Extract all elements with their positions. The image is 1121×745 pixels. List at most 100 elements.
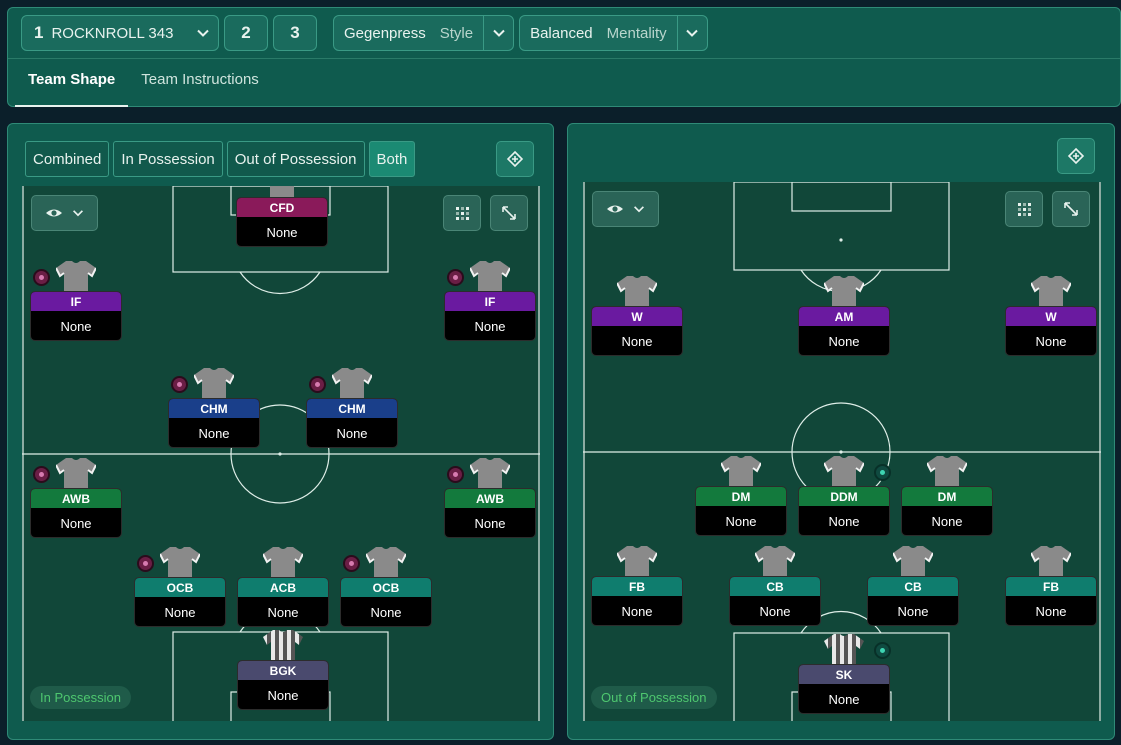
player-card[interactable]: SK None bbox=[798, 664, 890, 714]
player-slot-awb[interactable]: AWB None bbox=[444, 456, 536, 538]
player-slot-ocb[interactable]: OCB None bbox=[134, 545, 226, 627]
player-card[interactable]: FB None bbox=[1005, 576, 1097, 626]
tactic-slot-row: 1 ROCKNROLL 343 2 3 Gegenpress Style Bal… bbox=[21, 15, 708, 51]
kit-shirt-icon bbox=[823, 274, 865, 308]
player-role-label: W bbox=[592, 307, 682, 326]
player-role-label: AM bbox=[799, 307, 889, 326]
tactic-slot-3-button[interactable]: 3 bbox=[273, 15, 317, 51]
toggle-combined[interactable]: Combined bbox=[25, 141, 110, 177]
player-slot-chm[interactable]: CHM None bbox=[168, 366, 260, 448]
player-instruction-icon[interactable] bbox=[33, 466, 50, 483]
player-card[interactable]: CHM None bbox=[306, 398, 398, 448]
player-instruction-icon[interactable] bbox=[447, 269, 464, 286]
player-role-label: FB bbox=[592, 577, 682, 596]
player-instruction-icon[interactable] bbox=[343, 555, 360, 572]
player-slot-if[interactable]: IF None bbox=[30, 259, 122, 341]
diamond-arrows-icon bbox=[506, 150, 524, 168]
tab-team-shape[interactable]: Team Shape bbox=[15, 63, 129, 107]
player-slot-acb[interactable]: ACB None bbox=[237, 545, 329, 627]
visibility-dropdown[interactable] bbox=[592, 191, 659, 227]
grid-icon bbox=[456, 207, 469, 220]
kit-shirt-icon bbox=[1030, 274, 1072, 308]
player-card[interactable]: CB None bbox=[729, 576, 821, 626]
player-role-label: IF bbox=[31, 292, 121, 311]
kit-shirt-icon bbox=[616, 544, 658, 578]
player-slot-w[interactable]: W None bbox=[1005, 274, 1097, 356]
toggle-both[interactable]: Both bbox=[368, 141, 416, 177]
player-card[interactable]: OCB None bbox=[340, 577, 432, 627]
visibility-dropdown[interactable] bbox=[31, 195, 98, 231]
player-card[interactable]: AWB None bbox=[30, 488, 122, 538]
player-instruction-icon[interactable] bbox=[137, 555, 154, 572]
swap-sides-button[interactable] bbox=[1057, 138, 1095, 174]
player-slot-am[interactable]: AM None bbox=[798, 274, 890, 356]
player-slot-w[interactable]: W None bbox=[591, 274, 683, 356]
player-card[interactable]: CFD None bbox=[236, 197, 328, 247]
player-slot-fb[interactable]: FB None bbox=[591, 544, 683, 626]
expand-button[interactable] bbox=[490, 195, 528, 231]
player-instruction-icon[interactable] bbox=[874, 642, 891, 659]
player-card[interactable]: CB None bbox=[867, 576, 959, 626]
player-card[interactable]: IF None bbox=[444, 291, 536, 341]
player-name: None bbox=[164, 605, 196, 620]
player-slot-dm[interactable]: DM None bbox=[695, 454, 787, 536]
player-card[interactable]: AWB None bbox=[444, 488, 536, 538]
toggle-in-possession[interactable]: In Possession bbox=[113, 141, 223, 177]
player-card[interactable]: IF None bbox=[30, 291, 122, 341]
player-slot-cb[interactable]: CB None bbox=[729, 544, 821, 626]
player-slot-dm[interactable]: DM None bbox=[901, 454, 993, 536]
player-role-label: DDM bbox=[799, 487, 889, 506]
kit-shirt-icon bbox=[262, 545, 304, 579]
player-name: None bbox=[370, 605, 402, 620]
player-slot-awb[interactable]: AWB None bbox=[30, 456, 122, 538]
player-instruction-icon[interactable] bbox=[874, 464, 891, 481]
kit-shirt-icon bbox=[926, 454, 968, 488]
player-card[interactable]: BGK None bbox=[237, 660, 329, 710]
player-slot-chm[interactable]: CHM None bbox=[306, 366, 398, 448]
player-role-label: ACB bbox=[238, 578, 328, 597]
grid-view-button[interactable] bbox=[1005, 191, 1043, 227]
toggle-out-of-possession[interactable]: Out of Possession bbox=[226, 141, 365, 177]
in-possession-badge: In Possession bbox=[30, 686, 131, 709]
player-slot-sk[interactable]: SK None bbox=[798, 632, 891, 714]
player-slot-ocb[interactable]: OCB None bbox=[340, 545, 432, 627]
tactic-slot-1-dropdown[interactable]: 1 ROCKNROLL 343 bbox=[21, 15, 219, 51]
style-dropdown[interactable]: Gegenpress Style bbox=[333, 15, 515, 51]
swap-sides-button[interactable] bbox=[496, 141, 534, 177]
player-card[interactable]: DM None bbox=[901, 486, 993, 536]
player-card[interactable]: OCB None bbox=[134, 577, 226, 627]
player-card[interactable]: W None bbox=[1005, 306, 1097, 356]
player-role-label: CFD bbox=[237, 198, 327, 217]
player-slot-cb[interactable]: CB None bbox=[867, 544, 959, 626]
player-name: None bbox=[266, 225, 298, 240]
tab-team-instructions[interactable]: Team Instructions bbox=[128, 63, 272, 107]
player-instruction-icon[interactable] bbox=[171, 376, 188, 393]
player-slot-bgk[interactable]: BGK None bbox=[237, 628, 329, 710]
mentality-value: Balanced bbox=[530, 24, 593, 42]
player-slot-cfd[interactable]: CFD None bbox=[236, 186, 328, 247]
player-name: None bbox=[267, 688, 299, 703]
player-name: None bbox=[828, 514, 860, 529]
mentality-dropdown[interactable]: Balanced Mentality bbox=[519, 15, 708, 51]
player-instruction-icon[interactable] bbox=[309, 376, 326, 393]
expand-button[interactable] bbox=[1052, 191, 1090, 227]
player-card[interactable]: DM None bbox=[695, 486, 787, 536]
kit-shirt-icon bbox=[823, 454, 865, 488]
player-slot-ddm[interactable]: DDM None bbox=[798, 454, 891, 536]
player-card[interactable]: CHM None bbox=[168, 398, 260, 448]
player-card[interactable]: ACB None bbox=[237, 577, 329, 627]
tactic-slot-2-button[interactable]: 2 bbox=[224, 15, 268, 51]
kit-shirt-icon bbox=[1030, 544, 1072, 578]
player-role-label: AWB bbox=[445, 489, 535, 508]
player-card[interactable]: AM None bbox=[798, 306, 890, 356]
player-slot-fb[interactable]: FB None bbox=[1005, 544, 1097, 626]
player-card[interactable]: W None bbox=[591, 306, 683, 356]
player-name: None bbox=[474, 319, 506, 334]
player-instruction-icon[interactable] bbox=[447, 466, 464, 483]
grid-view-button[interactable] bbox=[443, 195, 481, 231]
player-name: None bbox=[1035, 334, 1067, 349]
player-card[interactable]: DDM None bbox=[798, 486, 890, 536]
player-instruction-icon[interactable] bbox=[33, 269, 50, 286]
player-slot-if[interactable]: IF None bbox=[444, 259, 536, 341]
player-card[interactable]: FB None bbox=[591, 576, 683, 626]
